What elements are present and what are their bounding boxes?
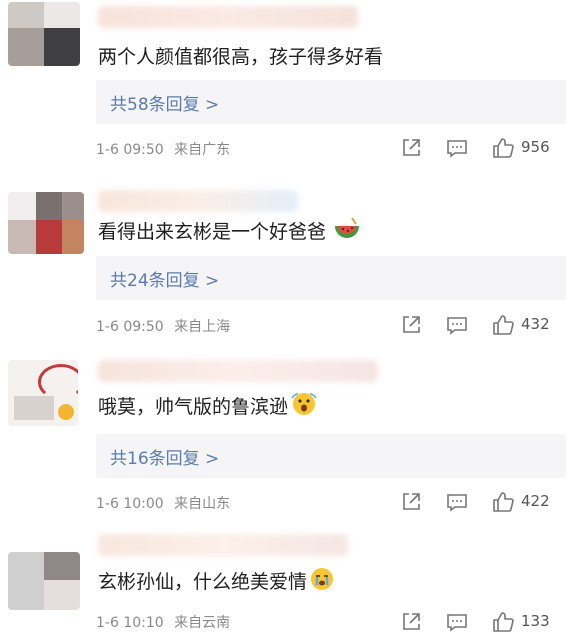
comment-text: 玄彬孙仙，什么绝美爱情 (98, 566, 335, 599)
comment-meta: 1-6 10:10 来自云南 (96, 612, 230, 632)
location: 来自上海 (174, 319, 231, 335)
comment-text: 两个人颜值都很高，孩子得多好看 (98, 46, 384, 68)
avatar[interactable] (8, 552, 80, 610)
comment-text: 看得出来玄彬是一个好爸爸 (98, 214, 362, 251)
share-icon[interactable] (399, 490, 423, 514)
comment-text: 哦莫，帅气版的鲁滨逊 (98, 390, 318, 425)
replies-link[interactable]: 共58条回复 > (96, 80, 566, 124)
like-count: 133 (521, 612, 550, 630)
surprised-face-icon (290, 390, 318, 425)
share-icon[interactable] (399, 313, 423, 337)
comment-item: 两个人颜值都很高，孩子得多好看 共58条回复 > 1-6 09:50 来自广东 … (0, 0, 585, 170)
comment-item: 玄彬孙仙，什么绝美爱情 1-6 10:10 来自云南 133 (0, 530, 585, 640)
location: 来自广东 (174, 142, 231, 158)
thumbs-up-icon[interactable] (491, 490, 515, 514)
comment-actions: 956 (399, 136, 569, 160)
username-blurred[interactable] (98, 6, 358, 28)
replies-label[interactable]: 共16条回复 > (110, 444, 219, 469)
comment-meta: 1-6 09:50 来自广东 (96, 139, 230, 159)
crying-face-icon (309, 566, 335, 599)
comment-icon[interactable] (445, 490, 469, 514)
like-count: 956 (521, 138, 550, 156)
username-blurred[interactable] (98, 190, 298, 212)
watermelon-icon (332, 214, 362, 251)
comment-text-content: 看得出来玄彬是一个好爸爸 (98, 221, 327, 243)
comment-icon[interactable] (445, 313, 469, 337)
timestamp: 1-6 10:00 (96, 496, 164, 512)
thumbs-up-icon[interactable] (491, 610, 515, 634)
replies-link[interactable]: 共16条回复 > (96, 434, 566, 478)
comment-icon[interactable] (445, 136, 469, 160)
comment-meta: 1-6 09:50 来自上海 (96, 316, 230, 336)
location: 来自云南 (174, 615, 231, 631)
avatar[interactable] (8, 360, 78, 426)
comment-actions: 133 (399, 610, 569, 634)
share-icon[interactable] (399, 610, 423, 634)
comment-meta: 1-6 10:00 来自山东 (96, 493, 230, 513)
username-blurred[interactable] (98, 534, 348, 556)
comment-actions: 432 (399, 313, 569, 337)
timestamp: 1-6 09:50 (96, 142, 164, 158)
replies-link[interactable]: 共24条回复 > (96, 256, 566, 300)
thumbs-up-icon[interactable] (491, 313, 515, 337)
avatar[interactable] (8, 2, 80, 66)
avatar[interactable] (8, 192, 84, 254)
comment-actions: 422 (399, 490, 569, 514)
share-icon[interactable] (399, 136, 423, 160)
timestamp: 1-6 10:10 (96, 615, 164, 631)
thumbs-up-icon[interactable] (491, 136, 515, 160)
replies-label[interactable]: 共24条回复 > (110, 266, 219, 291)
comment-item: 看得出来玄彬是一个好爸爸 共24条回复 > 1-6 09:50 来自上海 432 (0, 170, 585, 350)
comment-item: 哦莫，帅气版的鲁滨逊 共16条回复 > 1-6 10:00 来自山东 422 (0, 350, 585, 530)
comment-icon[interactable] (445, 610, 469, 634)
comment-text-content: 哦莫，帅气版的鲁滨逊 (98, 396, 289, 418)
username-blurred[interactable] (98, 360, 378, 382)
location: 来自山东 (174, 496, 231, 512)
like-count: 432 (521, 315, 550, 333)
comment-text-content: 玄彬孙仙，什么绝美爱情 (98, 571, 308, 593)
like-count: 422 (521, 492, 550, 510)
replies-label[interactable]: 共58条回复 > (110, 90, 219, 115)
timestamp: 1-6 09:50 (96, 319, 164, 335)
